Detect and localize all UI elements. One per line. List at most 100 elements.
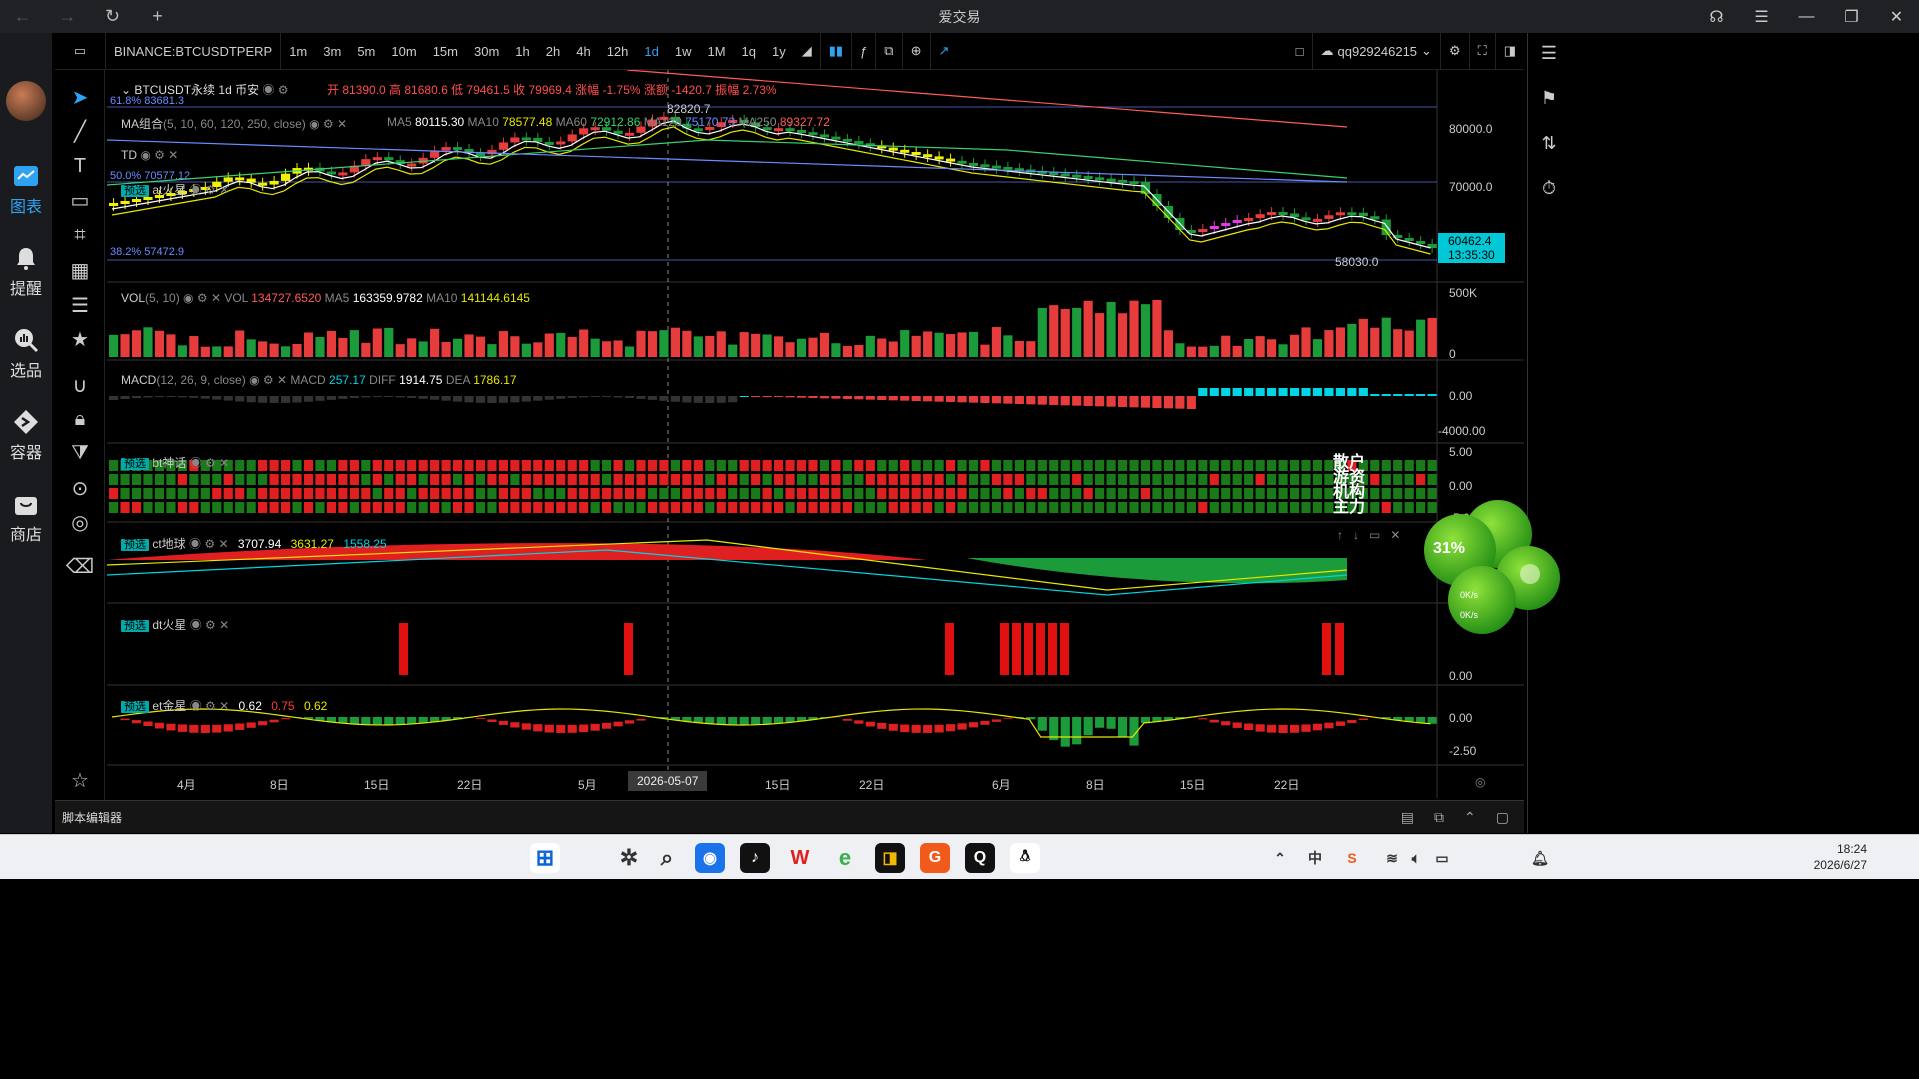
interval-tab-15m[interactable]: 15m [425, 33, 466, 70]
swap-icon[interactable]: ⇅ [1537, 131, 1561, 155]
et-bar [866, 722, 875, 727]
windows-start-icon[interactable]: ⊞ [530, 843, 560, 873]
minimize-icon[interactable]: — [1784, 0, 1829, 33]
sidebar-item-alerts[interactable]: 提醒 [0, 245, 52, 299]
sidebar-item-screener[interactable]: 选品 [0, 327, 52, 381]
interval-tab-1y[interactable]: 1y [764, 33, 794, 70]
favorite-star-icon[interactable]: ☆ [67, 767, 93, 793]
flag-icon[interactable]: ⚑ [1537, 86, 1561, 110]
trading-app-icon[interactable]: ◨ [875, 843, 905, 873]
menu-icon[interactable]: ☰ [1739, 0, 1784, 33]
interval-tab-4h[interactable]: 4h [568, 33, 598, 70]
interval-tab-5m[interactable]: 5m [349, 33, 383, 70]
chart-canvas[interactable] [107, 70, 1524, 798]
candle-body [957, 161, 966, 164]
interval-tab-1h[interactable]: 1h [507, 33, 537, 70]
magnet-icon[interactable]: ∪ [67, 372, 93, 398]
candle-body [854, 141, 863, 144]
chart-area[interactable]: ⌄ BTCUSDT永续 1d 币安 ◉ ⚙ 开 81390.0 高 81680.… [107, 70, 1524, 798]
lines-icon[interactable]: ☰ [67, 292, 93, 318]
edit-icon[interactable]: ⧉ [1434, 809, 1444, 826]
fullscreen-icon[interactable]: ⛶ [1470, 33, 1495, 70]
interval-tab-1M[interactable]: 1M [699, 33, 733, 70]
text-icon[interactable]: T [67, 153, 93, 179]
indicator-icon[interactable]: ƒ [852, 33, 875, 70]
layout-icon[interactable]: ⧉ [876, 33, 901, 70]
candle-type-icon[interactable]: ▮▮ [821, 33, 851, 70]
replay-icon[interactable]: ⊕ [903, 33, 930, 70]
draw-icon[interactable]: ↗ [931, 33, 958, 70]
sidebar-item-store[interactable]: 商店 [0, 491, 52, 545]
battery-icon[interactable]: ▭ [1432, 843, 1452, 873]
symbol-selector[interactable]: BINANCE:BTCUSDTPERP [106, 33, 280, 70]
interval-tab-1q[interactable]: 1q [734, 33, 764, 70]
pane-controls[interactable]: ↑↓▭✕ [1337, 528, 1410, 542]
trendline-icon[interactable]: ╱ [67, 118, 93, 144]
widget-down: 0K/s [1460, 610, 1478, 620]
panel-toggle-icon[interactable]: ▭ [55, 33, 105, 70]
interval-tab-3m[interactable]: 3m [315, 33, 349, 70]
save-icon[interactable]: ▤ [1401, 809, 1414, 826]
close-icon[interactable]: ✕ [1874, 0, 1919, 33]
et-bar [763, 717, 772, 724]
clock-icon[interactable]: ⏱ [1537, 176, 1561, 200]
interval-tab-30m[interactable]: 30m [466, 33, 507, 70]
search-icon[interactable]: ⌕ [652, 843, 682, 873]
user-menu[interactable]: ☁ qq929246215 ⌄ [1313, 33, 1440, 70]
network-speed-widget[interactable]: 31% 0K/s 0K/s [1420, 500, 1562, 642]
browser-icon[interactable]: e [830, 843, 860, 873]
avatar[interactable] [6, 81, 46, 121]
wps-icon[interactable]: W [785, 843, 815, 873]
tiktok-icon[interactable]: ♪ [740, 843, 770, 873]
interval-tab-1m[interactable]: 1m [281, 33, 315, 70]
bt-cell [556, 460, 565, 471]
script-editor-bar[interactable]: 脚本编辑器 ▤ ⧉ ⌃ ▢ [55, 800, 1524, 833]
sidebar-item-chart[interactable]: 图表 [0, 163, 52, 217]
system-clock[interactable]: 18:24 2026/6/27 [1814, 841, 1867, 873]
reload-icon[interactable]: ↻ [90, 0, 135, 33]
sidebar-item-container[interactable]: 容器 [0, 409, 52, 463]
target-icon[interactable]: ⊙ [67, 475, 93, 501]
restore-icon[interactable]: ❐ [1829, 0, 1874, 33]
pinwheel-app-icon[interactable]: ✲ [614, 843, 644, 873]
interval-tab-2h[interactable]: 2h [538, 33, 568, 70]
cursor-icon[interactable]: ➤ [67, 84, 93, 110]
new-tab-icon[interactable]: + [135, 0, 180, 33]
volume-icon[interactable]: 🔈︎ [1406, 843, 1426, 873]
interval-tab-12h[interactable]: 12h [599, 33, 637, 70]
time-settings-icon[interactable]: ◎ [1475, 775, 1485, 789]
rectangle-icon[interactable]: ▭ [67, 187, 93, 213]
settings-icon[interactable]: ⚙ [1441, 33, 1469, 70]
tray-chevron-icon[interactable]: ⌃ [1270, 843, 1290, 873]
back-icon[interactable]: ← [0, 0, 45, 33]
lock-icon[interactable]: 🔒︎ [67, 406, 93, 432]
bt-cell [292, 460, 301, 471]
bt-cell [682, 474, 691, 485]
g-app-icon[interactable]: G [920, 843, 950, 873]
filter-icon[interactable]: ⧩ [67, 440, 93, 466]
crop-icon[interactable]: ⌗ [67, 222, 93, 248]
qq-browser-icon[interactable]: Q [965, 843, 995, 873]
ime-icon[interactable]: 中 [1305, 843, 1325, 873]
interval-tab-1w[interactable]: 1w [667, 33, 700, 70]
qq-icon[interactable]: 🐧︎ [1010, 843, 1040, 873]
interval-tab-1d[interactable]: 1d [636, 33, 666, 70]
grid-icon[interactable]: ▦ [67, 257, 93, 283]
forward-icon[interactable]: → [45, 0, 90, 33]
support-icon[interactable]: ☊ [1694, 0, 1739, 33]
expand-up-icon[interactable]: ⌃ [1464, 809, 1476, 826]
tray-app-icon[interactable]: S [1342, 843, 1362, 873]
wifi-icon[interactable]: ≋ [1382, 843, 1402, 873]
notification-icon[interactable]: 🔔︎ [1530, 843, 1550, 873]
eye-off-icon[interactable]: ◎ [67, 509, 93, 535]
bt-cell [935, 460, 944, 471]
sidebar-toggle-icon[interactable]: ◨ [1496, 33, 1524, 70]
interval-tab-10m[interactable]: 10m [383, 33, 424, 70]
list-icon[interactable]: ☰ [1537, 41, 1561, 65]
interval-more-icon[interactable]: ◢ [794, 33, 820, 70]
window-mode-icon[interactable]: □ [1288, 33, 1312, 70]
eraser-icon[interactable]: ⌫ [67, 553, 93, 579]
chat-app-icon[interactable]: ◉ [695, 843, 725, 873]
star-icon[interactable]: ★ [67, 326, 93, 352]
maximize-icon[interactable]: ▢ [1496, 809, 1509, 826]
